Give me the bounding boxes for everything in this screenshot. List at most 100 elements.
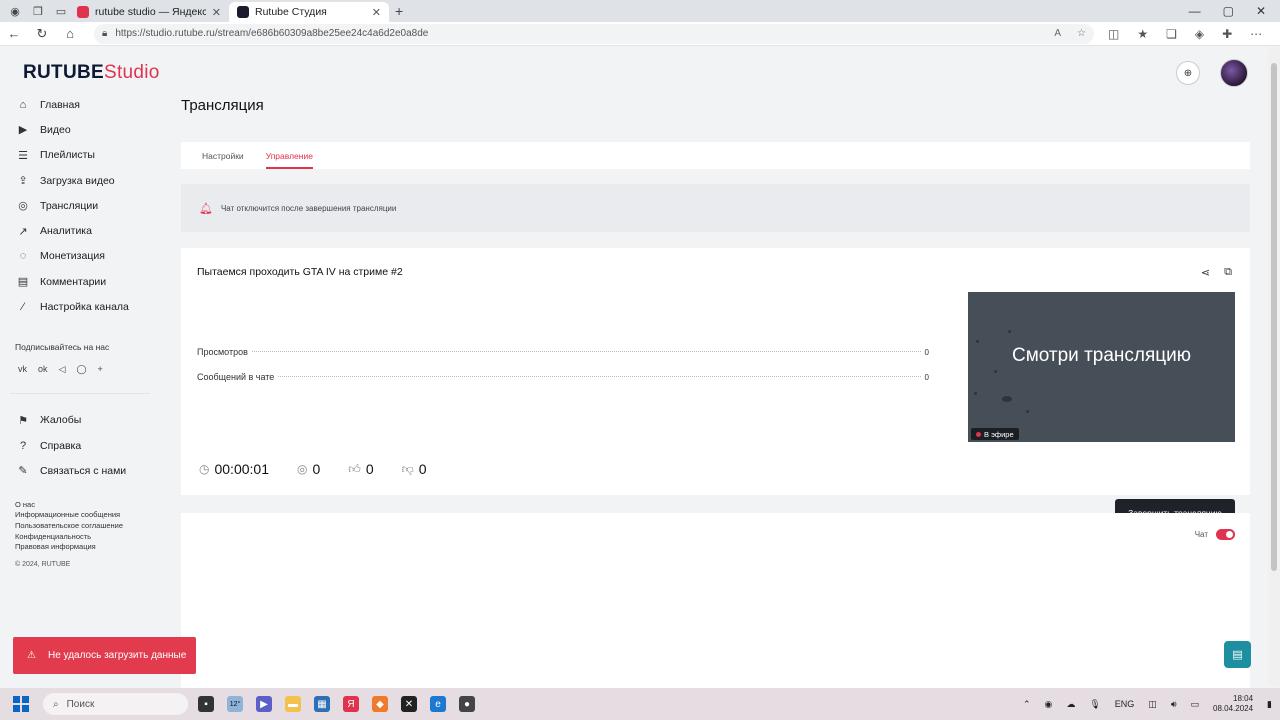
shield-icon[interactable]: ◈ [1195,27,1204,41]
system-tray: ⌃ ◉ ☁ 🎙︎ ENG ◫ 🔊︎ ▭ 18:04 08.04.2024 ▮ [1023,694,1280,714]
avatar[interactable] [1220,59,1248,87]
network-icon[interactable]: ◫ [1148,699,1157,710]
sidebar-item-video[interactable]: ▶ Видео [0,117,160,142]
edge-icon[interactable]: e [430,696,446,712]
footer-link[interactable]: Конфиденциальность [15,532,160,543]
back-icon[interactable]: ← [0,26,28,41]
volume-icon[interactable]: 🔊︎ [1171,699,1177,710]
chat-toggle-switch[interactable] [1216,529,1235,540]
cloud-icon[interactable]: ☁ [1066,699,1075,710]
maximize-icon[interactable]: ▢ [1223,4,1234,18]
rutube-studio-logo[interactable]: RUTUBEStudio [23,62,160,84]
sidebar-item-analytics[interactable]: ↗ Аналитика [0,218,160,243]
tab-settings[interactable]: Настройки [202,142,244,169]
tab-title: rutube studio — Яндекс: нашлс [95,6,206,18]
tab-actions-icon[interactable]: ▭ [53,3,69,19]
address-bar-row: ← ↻ ⌂ 🔒︎ https://studio.rutube.ru/stream… [0,22,1280,46]
folder-icon[interactable]: ▬ [285,696,301,712]
viber-icon[interactable]: ◯ [76,364,86,375]
app-orange-icon[interactable]: ◆ [372,696,388,712]
profile-icon[interactable]: ◉ [7,3,23,19]
edit-icon: ✎ [18,465,28,478]
share-icon[interactable]: ⋖ [1201,266,1210,279]
dislikes-value: 0 [418,461,427,477]
page-title: Трансляция [181,97,264,114]
page-scrollbar[interactable] [1268,47,1280,686]
footer-link[interactable]: О нас [15,500,160,511]
plus-icon[interactable]: + [98,364,103,375]
playlist-icon: ☰ [18,149,28,162]
clock[interactable]: 18:04 08.04.2024 [1213,694,1253,714]
yandex-browser-icon[interactable]: Я [343,696,359,712]
close-tab-icon[interactable]: ✕ [372,6,381,19]
weather-temp: 12° [229,700,241,708]
ok-icon[interactable]: ok [38,364,48,375]
obs-icon[interactable]: ● [459,696,475,712]
sidebar-item-home[interactable]: ⌂ Главная [0,92,160,117]
sidebar-divider [10,392,150,394]
split-screen-icon[interactable]: ◫ [1108,27,1119,41]
sidebar-item-monetization[interactable]: ◌ Монетизация [0,244,160,269]
taskview-icon[interactable]: ▪ [198,696,214,712]
store-icon[interactable]: ▦ [314,696,330,712]
meet-icon[interactable]: ▶ [256,696,272,712]
wand-icon: ⁄ [22,301,24,314]
sidebar-item-contact[interactable]: ✎ Связаться с нами [0,458,160,483]
sidebar-item-complaints[interactable]: ⚑ Жалобы [0,408,160,433]
social-links: vk ok ◁ ◯ + [0,364,160,375]
new-tab-button[interactable]: + [395,3,403,19]
battery-icon[interactable]: ▭ [1190,699,1199,710]
scrollbar-thumb[interactable] [1271,63,1277,571]
home-browser-icon[interactable]: ⌂ [56,26,84,41]
url-field[interactable]: 🔒︎ https://studio.rutube.ru/stream/e686b… [94,23,1094,44]
start-button[interactable] [13,696,29,712]
sidebar-item-playlists[interactable]: ☰ Плейлисты [0,143,160,168]
tab-management[interactable]: Управление [265,142,314,169]
dotted-leader [251,351,921,352]
external-link-icon[interactable]: ⧉ [1224,266,1232,279]
tray-app-icon[interactable]: ◉ [1044,699,1052,710]
sidebar-item-help[interactable]: ? Справка [0,433,160,458]
upload-plus-icon: ⊕ [1183,67,1193,79]
sidebar-item-comments[interactable]: ▤ Комментарии [0,269,160,294]
likes-counter: 👍︎ 0 [348,461,373,477]
browser-tab[interactable]: rutube studio — Яндекс: нашлс ✕ [69,2,229,22]
reload-icon[interactable]: ↻ [28,26,56,42]
tray-chevron-icon[interactable]: ⌃ [1023,699,1031,710]
chat-support-button[interactable]: ▤ [1224,641,1251,668]
workspaces-icon[interactable]: ❐ [30,3,46,19]
notifications-icon[interactable]: ▮ [1267,699,1272,710]
read-aloud-icon[interactable]: A [1054,28,1061,39]
close-tab-icon[interactable]: ✕ [212,6,221,19]
stat-label: Просмотров [197,347,248,357]
taskbar-search[interactable]: ⌕ Поиск [43,693,188,715]
sidebar-item-upload[interactable]: ⇪ Загрузка видео [0,168,160,193]
live-badge-label: В эфире [984,429,1014,439]
footer-link[interactable]: Информационные сообщения [15,510,160,521]
favorites-icon[interactable]: ★ [1137,27,1148,41]
language-indicator[interactable]: ENG [1115,699,1135,709]
vk-icon[interactable]: vk [18,364,27,375]
sidebar-item-channel-settings[interactable]: ⁄ Настройка канала [0,294,160,319]
minimize-icon[interactable]: — [1189,4,1201,18]
weather-icon[interactable]: 12° [227,696,243,712]
error-toast[interactable]: ⚠ Не удалось загрузить данные [13,637,196,674]
stream-preview[interactable]: Смотри трансляцию В эфире [968,292,1235,442]
sidebar-item-streams[interactable]: ◎ Трансляции [0,193,160,218]
footer-link[interactable]: Правовая информация [15,542,160,553]
header-actions: ⊕ [1176,59,1248,87]
more-menu-icon[interactable]: ⋯ [1250,27,1262,41]
upload-button[interactable]: ⊕ [1176,61,1200,85]
collections-icon[interactable]: ❏ [1166,27,1177,41]
telegram-icon[interactable]: ◁ [59,364,66,375]
browser-tab-active[interactable]: Rutube Студия ✕ [229,2,389,22]
preview-speck [994,370,997,373]
favorite-star-icon[interactable]: ☆ [1077,28,1086,39]
footer-link[interactable]: Пользовательское соглашение [15,521,160,532]
close-window-icon[interactable]: ✕ [1256,4,1266,18]
copyright: © 2024, RUTUBE [15,561,71,569]
mic-icon[interactable]: 🎙︎ [1089,699,1100,710]
sidebar-item-label: Справка [40,439,82,452]
game-icon[interactable]: ✕ [401,696,417,712]
extensions-icon[interactable]: ✚ [1222,27,1232,41]
